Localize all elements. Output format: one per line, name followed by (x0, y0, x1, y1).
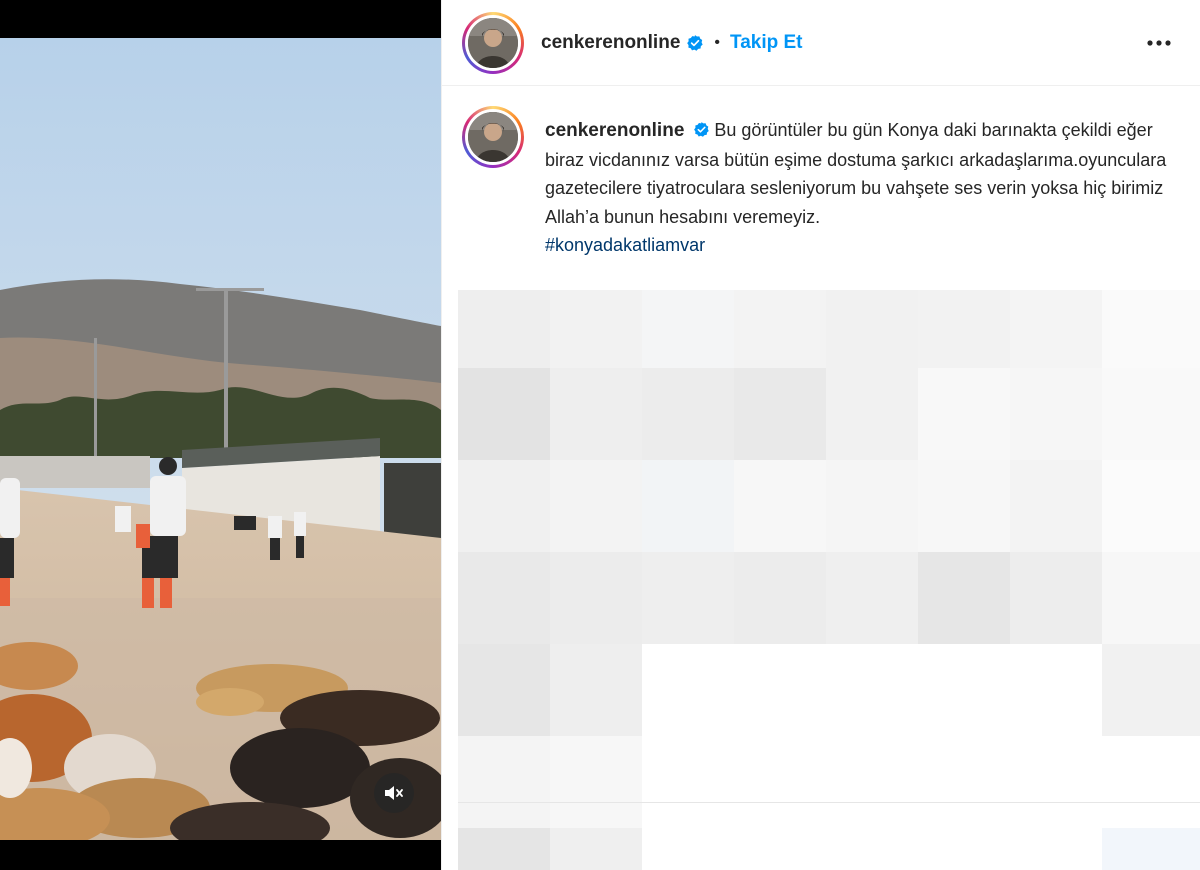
verified-badge-icon (693, 121, 710, 138)
pixelated-comments-image (458, 290, 1200, 870)
caption-avatar[interactable] (462, 106, 524, 168)
follow-button[interactable]: Takip Et (730, 32, 803, 54)
avatar-image (468, 17, 518, 68)
verified-badge-icon (686, 34, 704, 52)
caption-text: cenkerenonline Bu görüntüler bu gün Kony… (545, 116, 1185, 260)
avatar-frame (465, 14, 521, 71)
separator-dot: • (714, 33, 720, 51)
panel-divider (441, 0, 442, 870)
caption-avatar-image (468, 112, 518, 162)
comments-pixelated (458, 290, 1200, 870)
caption-username[interactable]: cenkerenonline (545, 120, 684, 141)
video-still (0, 38, 441, 840)
mute-button[interactable] (374, 773, 414, 813)
more-options-icon[interactable] (1144, 28, 1174, 58)
profile-photo (468, 112, 518, 162)
profile-photo (468, 17, 518, 68)
post-header: cenkerenonline • Takip Et (442, 0, 1200, 86)
username[interactable]: cenkerenonline (541, 32, 680, 54)
caption-avatar-frame (465, 109, 521, 165)
speaker-muted-icon (385, 786, 403, 800)
video-frame[interactable] (0, 38, 441, 840)
post-media[interactable] (0, 0, 441, 870)
hashtag-link[interactable]: #konyadakatliamvar (545, 231, 1185, 260)
avatar[interactable] (462, 11, 524, 74)
